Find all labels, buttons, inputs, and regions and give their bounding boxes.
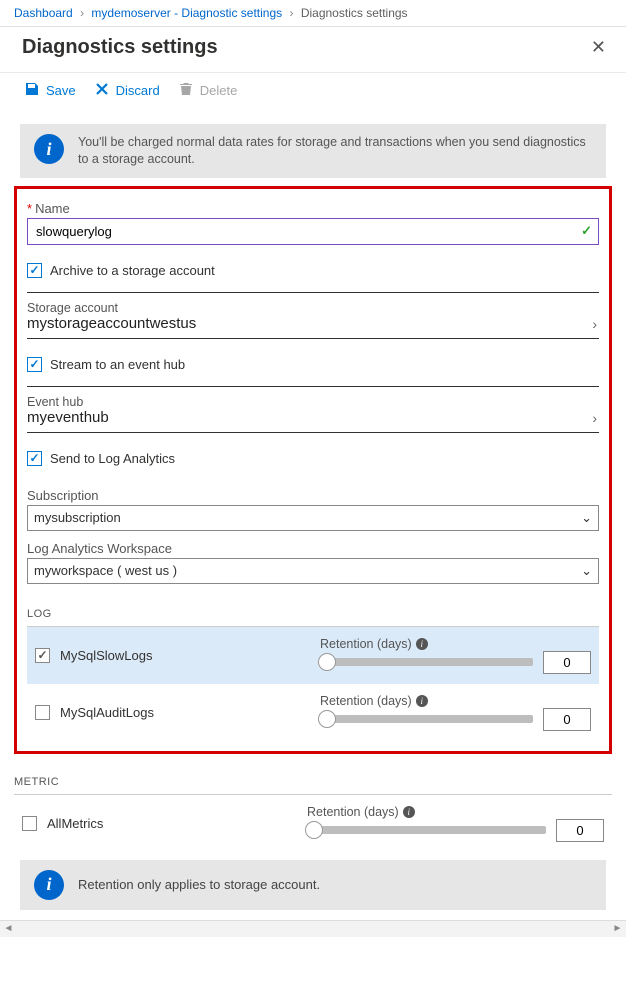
- footer-info-banner: i Retention only applies to storage acco…: [20, 860, 606, 910]
- scroll-left-icon[interactable]: ◄: [0, 921, 17, 937]
- trash-icon: [178, 81, 194, 100]
- workspace-value: myworkspace ( west us ): [34, 563, 177, 578]
- info-message: You'll be charged normal data rates for …: [78, 134, 592, 168]
- retention-label: Retention (days): [320, 694, 412, 708]
- chevron-right-icon: ›: [592, 410, 599, 426]
- storage-account-value: mystorageaccountwestus: [27, 315, 196, 332]
- log-analytics-checkbox[interactable]: ✓: [27, 451, 42, 466]
- chevron-right-icon: ›: [80, 6, 84, 20]
- breadcrumb: Dashboard › mydemoserver - Diagnostic se…: [0, 0, 626, 27]
- save-label: Save: [46, 83, 76, 98]
- retention-label: Retention (days): [320, 637, 412, 651]
- info-icon[interactable]: i: [416, 638, 428, 650]
- breadcrumb-dashboard[interactable]: Dashboard: [14, 6, 73, 20]
- metric-category-name: AllMetrics: [47, 816, 297, 831]
- footer-message: Retention only applies to storage accoun…: [78, 877, 320, 892]
- retention-slider[interactable]: [307, 820, 546, 840]
- delete-button: Delete: [178, 81, 238, 100]
- discard-label: Discard: [116, 83, 160, 98]
- storage-account-label: Storage account: [27, 301, 196, 315]
- subscription-value: mysubscription: [34, 510, 121, 525]
- log-auditlogs-checkbox[interactable]: [35, 705, 50, 720]
- log-category-row: MySqlAuditLogs Retention (days) i: [27, 684, 599, 741]
- toolbar: Save Discard Delete: [0, 72, 626, 124]
- chevron-down-icon: ⌄: [581, 563, 592, 579]
- log-slowlogs-checkbox[interactable]: ✓: [35, 648, 50, 663]
- subscription-dropdown[interactable]: mysubscription ⌄: [27, 505, 599, 531]
- page-title: Diagnostics settings: [22, 36, 218, 59]
- info-icon: i: [34, 134, 64, 164]
- divider: [27, 386, 599, 387]
- retention-input[interactable]: [543, 708, 591, 731]
- log-category-name: MySqlAuditLogs: [60, 705, 310, 720]
- log-section-header: LOG: [27, 594, 599, 627]
- name-label: *Name: [27, 201, 599, 216]
- log-category-row: ✓ MySqlSlowLogs Retention (days) i: [27, 627, 599, 684]
- subscription-label: Subscription: [27, 488, 599, 503]
- event-hub-label: Event hub: [27, 395, 109, 409]
- chevron-down-icon: ⌄: [581, 510, 592, 526]
- retention-input[interactable]: [556, 819, 604, 842]
- archive-checkbox[interactable]: ✓: [27, 263, 42, 278]
- close-button[interactable]: ✕: [587, 33, 610, 62]
- checkmark-icon: ✓: [581, 223, 592, 239]
- info-icon[interactable]: i: [403, 806, 415, 818]
- retention-slider[interactable]: [320, 652, 533, 672]
- storage-account-picker[interactable]: Storage account mystorageaccountwestus ›: [27, 297, 599, 339]
- name-input[interactable]: [28, 219, 598, 244]
- delete-label: Delete: [200, 83, 238, 98]
- metric-category-row: AllMetrics Retention (days) i: [14, 795, 612, 852]
- save-icon: [24, 81, 40, 100]
- close-icon: [94, 81, 110, 100]
- retention-input[interactable]: [543, 651, 591, 674]
- discard-button[interactable]: Discard: [94, 81, 160, 100]
- breadcrumb-current: Diagnostics settings: [301, 6, 408, 20]
- workspace-label: Log Analytics Workspace: [27, 541, 599, 556]
- chevron-right-icon: ›: [289, 6, 293, 20]
- archive-label: Archive to a storage account: [50, 263, 215, 278]
- retention-label: Retention (days): [307, 805, 399, 819]
- log-analytics-label: Send to Log Analytics: [50, 451, 175, 466]
- horizontal-scrollbar[interactable]: ◄ ►: [0, 920, 626, 937]
- breadcrumb-server[interactable]: mydemoserver - Diagnostic settings: [91, 6, 282, 20]
- metric-section-header: METRIC: [14, 762, 612, 795]
- highlighted-configuration: *Name ✓ ✓ Archive to a storage account S…: [14, 186, 612, 754]
- info-icon[interactable]: i: [416, 695, 428, 707]
- scroll-right-icon[interactable]: ►: [609, 921, 626, 937]
- retention-slider[interactable]: [320, 709, 533, 729]
- stream-label: Stream to an event hub: [50, 357, 185, 372]
- stream-checkbox[interactable]: ✓: [27, 357, 42, 372]
- event-hub-value: myeventhub: [27, 409, 109, 426]
- save-button[interactable]: Save: [24, 81, 76, 100]
- event-hub-picker[interactable]: Event hub myeventhub ›: [27, 391, 599, 433]
- divider: [27, 292, 599, 293]
- metric-allmetrics-checkbox[interactable]: [22, 816, 37, 831]
- info-banner: i You'll be charged normal data rates fo…: [20, 124, 606, 178]
- log-category-name: MySqlSlowLogs: [60, 648, 310, 663]
- chevron-right-icon: ›: [592, 316, 599, 332]
- workspace-dropdown[interactable]: myworkspace ( west us ) ⌄: [27, 558, 599, 584]
- info-icon: i: [34, 870, 64, 900]
